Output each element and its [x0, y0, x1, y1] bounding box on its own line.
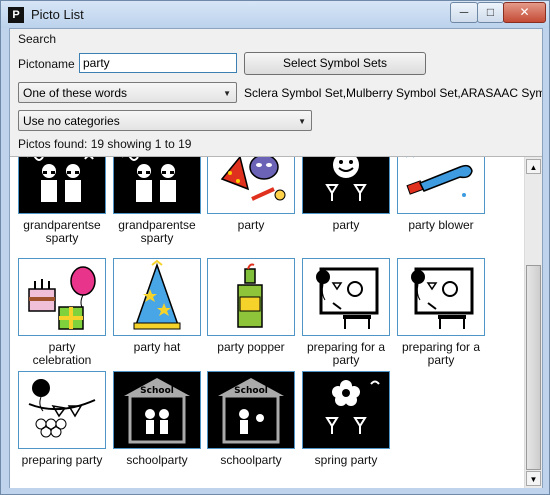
chevron-down-icon: ▼ — [298, 117, 306, 126]
search-group-label: Search — [18, 32, 57, 46]
picto-list-window: P Picto List ─ □ ✕ Search Pictoname Sele… — [0, 0, 550, 495]
party-popper-bottle-icon — [207, 258, 295, 336]
school-party-icon: School — [113, 371, 201, 449]
symbol-sets-text: Sclera Symbol Set,Mulberry Symbol Set,AR… — [244, 86, 542, 100]
picto-label: schoolparty — [126, 453, 188, 467]
picto-label: grandparentse sparty — [118, 218, 196, 245]
picto-label: party popper — [217, 340, 285, 354]
pictoname-input[interactable] — [79, 53, 237, 73]
picto-item[interactable]: party popper — [207, 258, 295, 354]
scroll-down-icon[interactable]: ▼ — [526, 471, 541, 486]
grandparents-party-icon — [18, 157, 106, 214]
picto-label: spring party — [314, 453, 378, 467]
picto-item[interactable]: grandparentse sparty — [18, 157, 106, 245]
title-bar[interactable]: P Picto List ─ □ ✕ — [1, 1, 549, 28]
chevron-down-icon: ▼ — [223, 89, 231, 98]
results-status: Pictos found: 19 showing 1 to 19 — [18, 137, 192, 151]
client-area: Search Pictoname Select Symbol Sets One … — [9, 28, 543, 488]
preparing-table-icon — [397, 258, 485, 336]
scroll-up-icon[interactable]: ▲ — [526, 159, 541, 174]
maximize-button[interactable]: □ — [477, 2, 504, 23]
party-hat-mask-icon — [207, 157, 295, 214]
scroll-thumb[interactable] — [526, 265, 541, 470]
smiley-glasses-icon — [302, 157, 390, 214]
picto-label: preparing party — [21, 453, 103, 467]
cake-balloon-gift-icon — [18, 258, 106, 336]
picto-item[interactable]: party — [207, 157, 295, 232]
school-party-icon: School — [207, 371, 295, 449]
grandparents-party-icon — [113, 157, 201, 214]
preparing-table-icon — [302, 258, 390, 336]
results-panel: grandparentse sparty grandparentse spart… — [10, 156, 542, 488]
party-hat-icon — [113, 258, 201, 336]
results-scrollbar[interactable]: ▲ ▼ — [524, 157, 542, 488]
window-title: Picto List — [31, 7, 84, 22]
picto-label: party — [237, 218, 265, 232]
picto-item[interactable]: School schoolparty — [207, 371, 295, 467]
picto-item[interactable]: party blower — [397, 157, 485, 232]
picto-item[interactable]: preparing for a party — [397, 258, 485, 367]
picto-label: schoolparty — [220, 453, 282, 467]
match-mode-select[interactable]: One of these words ▼ — [18, 82, 237, 103]
party-blower-icon — [397, 157, 485, 214]
school-sign-text: School — [140, 386, 174, 396]
category-select[interactable]: Use no categories ▼ — [18, 110, 312, 131]
picto-label: party hat — [133, 340, 181, 354]
picto-item[interactable]: party celebration — [18, 258, 106, 367]
picto-item[interactable]: party — [302, 157, 390, 232]
picto-item[interactable]: grandparentse sparty — [113, 157, 201, 245]
picto-label: preparing for a party — [306, 340, 386, 367]
picto-item[interactable]: preparing party — [18, 371, 106, 467]
picto-label: preparing for a party — [401, 340, 481, 367]
picto-label: party blower — [408, 218, 474, 232]
select-symbol-sets-button[interactable]: Select Symbol Sets — [244, 52, 426, 75]
category-value: Use no categories — [23, 114, 120, 128]
close-button[interactable]: ✕ — [503, 2, 546, 23]
picto-label: party — [332, 218, 360, 232]
school-sign-text: School — [234, 386, 268, 396]
picto-item[interactable]: spring party — [302, 371, 390, 467]
balloon-garland-icon — [18, 371, 106, 449]
picto-label: party celebration — [32, 340, 92, 367]
picto-item[interactable]: party hat — [113, 258, 201, 354]
app-icon: P — [8, 7, 24, 23]
match-mode-value: One of these words — [23, 86, 128, 100]
picto-item[interactable]: School schoolparty — [113, 371, 201, 467]
picto-label: grandparentse sparty — [23, 218, 101, 245]
picto-item[interactable]: preparing for a party — [302, 258, 390, 367]
flower-party-icon — [302, 371, 390, 449]
pictoname-label: Pictoname — [18, 57, 75, 71]
minimize-button[interactable]: ─ — [450, 2, 478, 23]
